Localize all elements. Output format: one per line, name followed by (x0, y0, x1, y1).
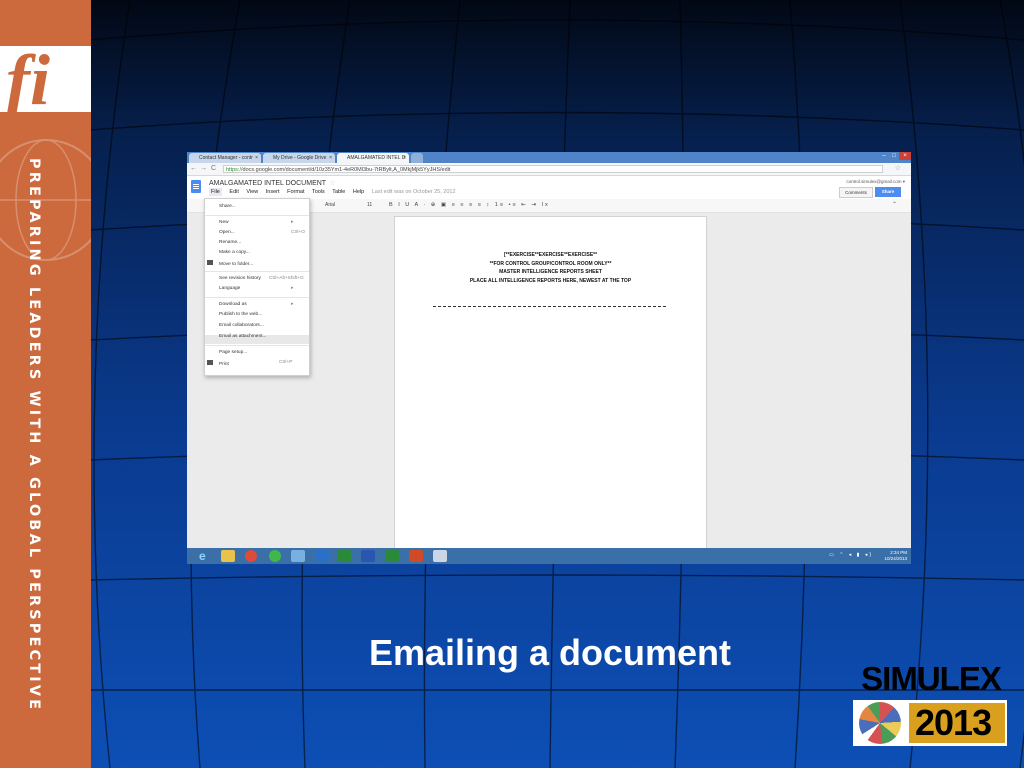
menu-item-print[interactable]: Print Ctrl+P (207, 360, 292, 367)
slide-caption: Emailing a document (368, 632, 732, 673)
menu-tools[interactable]: Tools (312, 189, 325, 195)
document-page[interactable]: [**EXERCISE**EXERCISE**EXERCISE** **FOR … (394, 216, 707, 553)
outlook-icon[interactable] (315, 550, 329, 562)
document-text: [**EXERCISE**EXERCISE**EXERCISE** **FOR … (395, 251, 706, 285)
menu-item-email-attachment[interactable]: Email as attachment... (219, 334, 266, 339)
menu-file[interactable]: File (209, 188, 222, 196)
powerpoint-icon[interactable] (409, 550, 423, 562)
menu-format[interactable]: Format (287, 189, 304, 195)
ie-icon[interactable]: e (199, 550, 213, 562)
menu-item-open[interactable]: Open... Ctrl+O (219, 230, 305, 235)
menu-item-revision-history[interactable]: See revision history Ctrl+Alt+Shift+G (219, 276, 304, 281)
forward-button[interactable]: → (200, 165, 207, 172)
menu-item-make-copy[interactable]: Make a copy... (219, 250, 250, 255)
tab-close-icon[interactable]: × (255, 153, 258, 163)
url-input[interactable]: https://docs.google.com/document/d/10z35… (223, 165, 883, 173)
clock-date: 10/24/2013 (884, 555, 907, 561)
document-divider (433, 306, 666, 307)
windows-taskbar: e ▭ ⌃ ◂ ▮ ◂) 2:34 PM 10/24/2013 (187, 548, 911, 564)
tab-close-icon[interactable]: × (329, 153, 332, 163)
tab-label: My Drive - Google Drive (273, 155, 327, 161)
spotify-icon[interactable] (269, 550, 281, 562)
menu-item-page-setup[interactable]: Page setup... (219, 350, 247, 355)
file-explorer-icon[interactable] (221, 550, 235, 562)
folder-icon (207, 260, 213, 265)
doc-line: PLACE ALL INTELLIGENCE REPORTS HERE, NEW… (469, 277, 632, 284)
menu-table[interactable]: Table (332, 189, 345, 195)
clock[interactable]: 2:34 PM 10/24/2013 (884, 550, 907, 561)
simulex-badge: 2013 (853, 700, 1007, 746)
tab-label: AMALGAMATED INTEL D (347, 155, 406, 161)
tab-google-drive[interactable]: My Drive - Google Drive × (263, 153, 335, 163)
system-tray-icons[interactable]: ▭ ⌃ ◂ ▮ ◂) (829, 552, 873, 558)
window-controls: – □ × (879, 152, 911, 160)
account-email[interactable]: control.simulex@gmail.com ▾ (846, 179, 905, 185)
comments-button[interactable]: Comments (839, 187, 873, 198)
menu-help[interactable]: Help (353, 189, 364, 195)
menu-item-new[interactable]: New ▸ (219, 220, 293, 225)
url-text: docs.google.com/document/d/10z35Ym1-4eR0… (242, 167, 451, 173)
document-title-text: AMALGAMATED INTEL DOCUMENT (209, 180, 327, 187)
left-brand-band: fi PREPARING LEADERS WITH A GLOBAL PERSP… (0, 0, 91, 768)
excel-icon[interactable] (337, 550, 351, 562)
simulex-brand: SIMULEX (861, 660, 1002, 697)
tab-contact-manager[interactable]: Contact Manager - contr × (189, 153, 261, 163)
file-menu-dropdown: Share... New ▸ Open... Ctrl+O Rename... Ma… (204, 198, 310, 376)
doc-line: [**EXERCISE**EXERCISE**EXERCISE** (503, 252, 598, 258)
excel-icon[interactable] (385, 550, 399, 562)
font-select[interactable]: Arial (325, 202, 335, 208)
menu-item-language[interactable]: Language ▸ (219, 286, 293, 291)
last-edit-link[interactable]: Last edit was on October 25, 2012 (372, 189, 456, 195)
simulex-year: 2013 (915, 702, 992, 743)
menu-item-publish[interactable]: Publish to the web... (219, 312, 262, 317)
address-bar-row: ← → C https://docs.google.com/document/d… (187, 163, 911, 176)
maximize-button[interactable]: □ (889, 152, 899, 160)
back-button[interactable]: ← (190, 165, 197, 172)
tagline-text: PREPARING LEADERS WITH A GLOBAL PERSPECT… (26, 158, 42, 713)
doc-line: **FOR CONTROL GROUP/CONTROL ROOM ONLY** (489, 260, 612, 267)
menu-item-email-collaborators[interactable]: Email collaborators... (219, 323, 264, 328)
monitor-icon[interactable] (291, 550, 305, 562)
fi-logo: fi (6, 40, 50, 120)
chrome-icon[interactable] (245, 550, 257, 562)
collapse-icon[interactable]: ⌃ (892, 201, 897, 208)
minimize-button[interactable]: – (879, 152, 889, 160)
share-button[interactable]: Share (875, 187, 901, 197)
browser-tab-strip: Contact Manager - contr × My Drive - Goo… (187, 152, 911, 163)
menu-insert[interactable]: Insert (266, 189, 280, 195)
close-window-button[interactable]: × (899, 152, 911, 160)
menu-view[interactable]: View (246, 189, 258, 195)
tagline: PREPARING LEADERS WITH A GLOBAL PERSPECT… (26, 158, 66, 748)
flags-globe-icon (859, 702, 901, 744)
url-secure-prefix: https:// (226, 167, 243, 173)
paint-icon[interactable] (433, 550, 447, 562)
new-tab-button[interactable] (411, 153, 423, 163)
word-icon[interactable] (361, 550, 375, 562)
docs-logo-icon[interactable] (191, 180, 201, 193)
menu-separator (205, 215, 309, 216)
reload-button[interactable]: C (211, 165, 216, 172)
font-size-select[interactable]: 11 (367, 202, 372, 208)
tab-label: Contact Manager - contr (199, 155, 253, 161)
format-icons[interactable]: B I U A · ⊕ ▣ ≡ ≡ ≡ ≡ ↕ 1≡ •≡ ⇤ ⇥ Ix (389, 202, 550, 208)
menu-edit[interactable]: Edit (229, 189, 238, 195)
docs-header: AMALGAMATED INTEL DOCUMENT ☆ File Edit Vi… (187, 176, 911, 198)
menu-item-move-to-folder[interactable]: Move to folder... (207, 260, 253, 267)
menu-separator (205, 345, 309, 346)
tab-amalgamated-intel[interactable]: AMALGAMATED INTEL D × (337, 153, 409, 163)
menu-item-share[interactable]: Share... (219, 204, 236, 209)
tab-close-icon[interactable]: × (403, 153, 406, 163)
document-title[interactable]: AMALGAMATED INTEL DOCUMENT ☆ (209, 179, 335, 187)
menu-separator (205, 297, 309, 298)
menu-item-rename[interactable]: Rename... (219, 240, 241, 245)
screenshot: Contact Manager - contr × My Drive - Goo… (187, 152, 911, 564)
star-icon[interactable]: ☆ (329, 180, 335, 187)
menu-item-download-as[interactable]: Download as ▸ (219, 302, 293, 307)
menu-separator (205, 271, 309, 272)
menu-bar: File Edit View Insert Format Tools Table… (209, 188, 462, 196)
doc-line: MASTER INTELLIGENCE REPORTS SHEET (499, 269, 602, 275)
bookmark-star-icon[interactable]: ☆ (895, 164, 901, 172)
printer-icon (207, 360, 213, 365)
